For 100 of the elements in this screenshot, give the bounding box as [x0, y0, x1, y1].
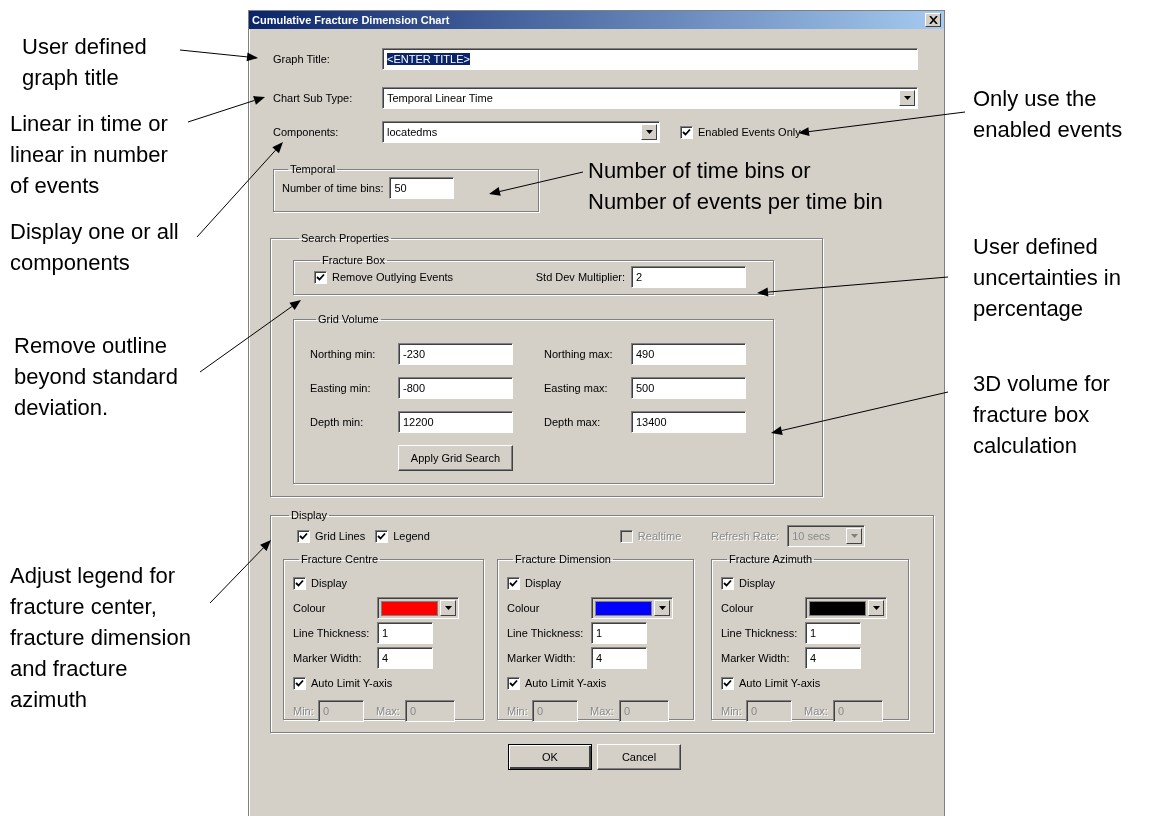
- field-label: Max:: [590, 705, 615, 717]
- checkbox-label: Legend: [393, 530, 430, 542]
- colour-dropdown[interactable]: [591, 597, 673, 619]
- checkbox-label: Enabled Events Only: [698, 126, 801, 138]
- colour-dropdown[interactable]: [377, 597, 459, 619]
- input-field[interactable]: 1: [377, 622, 433, 644]
- input-field[interactable]: -800: [398, 377, 513, 399]
- close-button[interactable]: [925, 13, 941, 27]
- checkbox-label: Remove Outlying Events: [332, 271, 454, 283]
- annotation-text: Linear in time or linear in number of events: [10, 110, 168, 200]
- caret-icon: [444, 606, 452, 610]
- checkbox[interactable]: [721, 676, 734, 690]
- field-label: Line Thickness:: [293, 627, 371, 639]
- annotation-text: Number of time bins or Number of events per time bin: [588, 157, 883, 216]
- field-label: Colour: [293, 602, 327, 614]
- dropdown-button[interactable]: [654, 600, 670, 616]
- input-field[interactable]: 13400: [631, 411, 746, 433]
- field-label: Marker Width:: [293, 652, 363, 664]
- checkbox[interactable]: [297, 529, 310, 543]
- field-label: Colour: [507, 602, 541, 614]
- caret-icon: [850, 534, 858, 538]
- dropdown-button[interactable]: [440, 600, 456, 616]
- field-label: Components:: [273, 126, 340, 138]
- input-field[interactable]: 4: [805, 647, 861, 669]
- field-label: Depth min:: [310, 416, 365, 428]
- arrow: [209, 540, 271, 604]
- group-title: Search Properties: [300, 232, 391, 244]
- input-field[interactable]: 1: [805, 622, 861, 644]
- annotation-text: Adjust legend for fracture center, fracture dimension and fracture azimuth: [10, 562, 191, 714]
- dropdown-button[interactable]: [641, 124, 657, 140]
- input-field[interactable]: 490: [631, 343, 746, 365]
- annotation-text: User defined graph title: [22, 33, 147, 92]
- field-label: Max:: [804, 705, 829, 717]
- field-label: Line Thickness:: [721, 627, 799, 639]
- field-label: Easting min:: [310, 382, 372, 394]
- graph-title-field[interactable]: <ENTER TITLE>: [382, 48, 918, 70]
- annotation-text: User defined uncertainties in percentage: [973, 233, 1121, 323]
- field-label: Easting max:: [544, 382, 609, 394]
- checkbox-label: Display: [525, 577, 562, 589]
- dropdown-button[interactable]: [868, 600, 884, 616]
- close-icon: [928, 16, 938, 24]
- checkbox-label: Auto Limit Y-axis: [311, 677, 393, 689]
- field-label: Marker Width:: [721, 652, 791, 664]
- input-field[interactable]: 50: [389, 177, 455, 199]
- checkbox[interactable]: [293, 676, 306, 690]
- checkbox-label: Display: [311, 577, 348, 589]
- field-label: Northing max:: [544, 348, 614, 360]
- field-label: Max:: [376, 705, 401, 717]
- annotation-text: 3D volume for fracture box calculation: [973, 370, 1110, 460]
- dialog-button[interactable]: Cancel: [597, 744, 681, 770]
- field-label: Graph Title:: [273, 53, 331, 65]
- input-field[interactable]: 4: [377, 647, 433, 669]
- field-label: Colour: [721, 602, 755, 614]
- caret-icon: [658, 606, 666, 610]
- checkbox[interactable]: [314, 270, 327, 284]
- field-label: Refresh Rate:: [711, 530, 780, 542]
- field-label: Std Dev Multiplier:: [535, 271, 625, 283]
- input-field[interactable]: 1: [591, 622, 647, 644]
- caret-icon: [645, 130, 653, 134]
- field-label: Northing min:: [310, 348, 377, 360]
- field-label: Line Thickness:: [507, 627, 585, 639]
- dropdown[interactable]: Temporal Linear Time: [382, 87, 918, 109]
- group-title: Fracture Dimension: [514, 553, 612, 565]
- field-label: Min:: [721, 705, 743, 717]
- field-label: Depth max:: [544, 416, 602, 428]
- checkbox-label: Display: [739, 577, 776, 589]
- group-title: Fracture Box: [321, 254, 386, 266]
- group-title: Fracture Centre: [300, 553, 380, 565]
- checkbox-label: Realtime: [637, 530, 682, 542]
- checkbox[interactable]: [507, 676, 520, 690]
- input-field[interactable]: 4: [591, 647, 647, 669]
- checkbox[interactable]: [721, 576, 734, 590]
- annotation-text: Only use the enabled events: [973, 85, 1123, 144]
- field-label: Min:: [507, 705, 529, 717]
- group-title: Temporal: [289, 163, 337, 175]
- input-field[interactable]: -230: [398, 343, 513, 365]
- annotation-text: Remove outline beyond standard deviation.: [14, 332, 178, 422]
- input-field[interactable]: 2: [631, 266, 746, 288]
- dropdown-button[interactable]: [899, 90, 915, 106]
- checkbox-label: Auto Limit Y-axis: [739, 677, 821, 689]
- checkbox-label: Auto Limit Y-axis: [525, 677, 607, 689]
- checkbox[interactable]: [375, 529, 389, 543]
- annotation-text: Display one or all components: [10, 218, 179, 277]
- checkbox[interactable]: [293, 576, 306, 590]
- checkbox[interactable]: [680, 125, 693, 139]
- input-field[interactable]: 500: [631, 377, 746, 399]
- colour-dropdown[interactable]: [805, 597, 887, 619]
- field-label: Number of time bins:: [282, 182, 384, 194]
- field-label: Chart Sub Type:: [273, 92, 354, 104]
- field-label: Marker Width:: [507, 652, 577, 664]
- dialog-button[interactable]: OK: [508, 744, 592, 770]
- group-title: Display: [290, 509, 329, 521]
- input-field[interactable]: 12200: [398, 411, 513, 433]
- group-title: Grid Volume: [317, 313, 380, 325]
- field-label: Min:: [293, 705, 315, 717]
- caret-icon: [903, 96, 911, 100]
- window-title: Cumulative Fracture Dimension Chart: [252, 14, 450, 26]
- apply-grid-search-button[interactable]: Apply Grid Search: [398, 445, 513, 471]
- checkbox[interactable]: [507, 576, 520, 590]
- dropdown[interactable]: locatedms: [382, 121, 660, 143]
